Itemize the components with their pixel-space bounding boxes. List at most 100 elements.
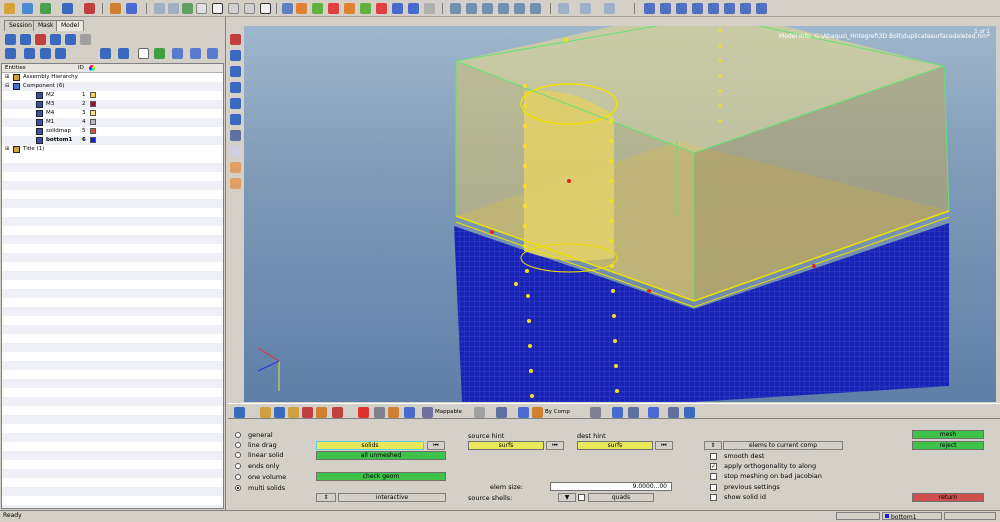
view-bottom-icon[interactable]	[376, 3, 387, 14]
v-tool-5-icon[interactable]	[230, 98, 241, 109]
vis-8-icon[interactable]	[374, 407, 385, 418]
layout-6-icon[interactable]	[724, 3, 735, 14]
solids-reset-button[interactable]: ⏮	[427, 441, 445, 450]
vis-19-icon[interactable]	[684, 407, 695, 418]
comp-display-icon[interactable]	[100, 48, 111, 59]
tree-row-component[interactable]: M1 4	[2, 118, 223, 127]
layout-3-icon[interactable]	[676, 3, 687, 14]
browser-tool-1-icon[interactable]	[5, 34, 16, 45]
layout-4-icon[interactable]	[692, 3, 703, 14]
solids-selector[interactable]: solids	[316, 441, 424, 450]
tab-mask[interactable]: Mask	[33, 20, 59, 31]
tree-row-title[interactable]: ⊞ Title (1)	[2, 145, 223, 154]
browser-tool-3-icon[interactable]	[35, 34, 46, 45]
arrow-right-icon[interactable]	[168, 3, 179, 14]
vis-5-icon[interactable]	[302, 407, 313, 418]
radio-multi-solids[interactable]	[235, 485, 241, 491]
expand-toggle-icon[interactable]: ⊞	[5, 73, 9, 82]
vis-1-icon[interactable]	[234, 407, 245, 418]
tree-row-component-folder[interactable]: ⊟ Component (6)	[2, 82, 223, 91]
find-icon[interactable]	[55, 48, 66, 59]
mappable-label[interactable]: Mappable	[435, 408, 462, 416]
vis-6-icon[interactable]	[316, 407, 327, 418]
view-side-icon[interactable]	[328, 3, 339, 14]
visual-icon[interactable]	[604, 3, 615, 14]
color-swatch[interactable]	[90, 119, 96, 125]
radio-linear-solid[interactable]	[235, 452, 241, 458]
undo-icon[interactable]	[228, 3, 239, 14]
radio-general[interactable]	[235, 432, 241, 438]
tree-row-component[interactable]: M2 1	[2, 91, 223, 100]
tree-row-component[interactable]: M4 3	[2, 109, 223, 118]
elem-display-icon[interactable]	[118, 48, 129, 59]
render-icon[interactable]	[580, 3, 591, 14]
tree-row-component[interactable]: solidmap 5	[2, 127, 223, 136]
vis-17-icon[interactable]	[648, 407, 659, 418]
delete-icon[interactable]	[358, 407, 369, 418]
vis-9-icon[interactable]	[388, 407, 399, 418]
dest-reset-button[interactable]: ⏮	[655, 441, 673, 450]
model-icon[interactable]	[126, 3, 137, 14]
interactive-toggle[interactable]: ⇕	[316, 493, 336, 502]
expand-icon[interactable]	[5, 48, 16, 59]
vis-10-icon[interactable]	[404, 407, 415, 418]
rotate-icon[interactable]	[408, 3, 419, 14]
cursor-icon[interactable]	[138, 48, 149, 59]
check-geom-button[interactable]: check geom	[316, 472, 446, 481]
color-swatch[interactable]	[90, 101, 96, 107]
layout-7-icon[interactable]	[740, 3, 751, 14]
v-tool-8-icon[interactable]	[230, 146, 241, 157]
save-icon[interactable]	[40, 3, 51, 14]
vis-13-icon[interactable]	[518, 407, 529, 418]
vis-12-icon[interactable]	[496, 407, 507, 418]
axes-icon[interactable]	[392, 3, 403, 14]
refresh-icon[interactable]	[530, 3, 541, 14]
browser-tool-6-icon[interactable]	[80, 34, 91, 45]
dest-surfs-selector[interactable]: surfs	[577, 441, 653, 450]
pan-icon[interactable]	[482, 3, 493, 14]
redo-icon[interactable]	[244, 3, 255, 14]
v-tool-1-icon[interactable]	[230, 34, 241, 45]
hide-icon[interactable]	[190, 48, 201, 59]
tab-model[interactable]: Model	[56, 20, 85, 31]
smooth-dest-checkbox[interactable]	[710, 453, 717, 460]
tab-session[interactable]: Session	[4, 20, 37, 31]
display-icon[interactable]	[558, 3, 569, 14]
v-tool-3-icon[interactable]	[230, 66, 241, 77]
color-swatch[interactable]	[90, 137, 96, 143]
view-iso-icon[interactable]	[344, 3, 355, 14]
show-solid-id-checkbox[interactable]	[710, 494, 717, 501]
mesh-button[interactable]: mesh	[912, 430, 984, 439]
return-button[interactable]: return	[912, 493, 984, 502]
all-unmeshed-button[interactable]: all unmeshed	[316, 451, 446, 460]
collapse-toggle-icon[interactable]: ⊟	[5, 82, 9, 91]
v-tool-6-icon[interactable]	[230, 114, 241, 125]
elems-to-comp-toggle[interactable]: ⇕	[704, 441, 722, 450]
radio-line-drag[interactable]	[235, 442, 241, 448]
interactive-button[interactable]: interactive	[338, 493, 446, 502]
vis-3-icon[interactable]	[274, 407, 285, 418]
by-comp-icon[interactable]	[532, 407, 543, 418]
zoom-out-icon[interactable]	[466, 3, 477, 14]
export-icon[interactable]	[62, 3, 73, 14]
tree-row-component[interactable]: M3 2	[2, 100, 223, 109]
fit-icon[interactable]	[424, 3, 435, 14]
reject-button[interactable]: reject	[912, 441, 984, 450]
show-icon[interactable]	[172, 48, 183, 59]
shaded-icon[interactable]	[182, 3, 193, 14]
layout-5-icon[interactable]	[708, 3, 719, 14]
orthogonality-checkbox[interactable]: ✓	[710, 463, 717, 470]
layout-1-icon[interactable]	[644, 3, 655, 14]
current-component-field[interactable]: bottom1	[882, 512, 942, 521]
vis-4-icon[interactable]	[288, 407, 299, 418]
tree-row-component-current[interactable]: bottom1 6	[2, 136, 223, 145]
wireframe-icon[interactable]	[196, 3, 207, 14]
layout-8-icon[interactable]	[756, 3, 767, 14]
vis-7-icon[interactable]	[332, 407, 343, 418]
isolate-icon[interactable]	[154, 48, 165, 59]
vis-14-icon[interactable]	[590, 407, 601, 418]
filter-icon[interactable]	[40, 48, 51, 59]
window-icon[interactable]	[212, 3, 223, 14]
elem-size-input[interactable]: 9.0000...00	[550, 482, 672, 491]
browser-tool-5-icon[interactable]	[65, 34, 76, 45]
